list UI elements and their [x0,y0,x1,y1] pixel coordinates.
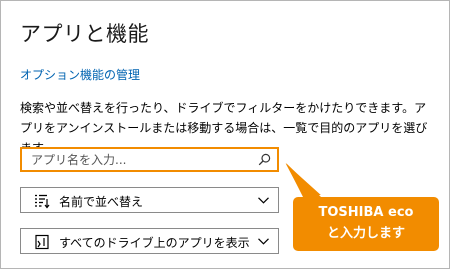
drive-filter-dropdown[interactable]: すべてのドライブ上のアプリを表示 [20,228,279,254]
sort-label: 名前で並べ替え [59,195,144,209]
app-search-box[interactable] [20,147,279,172]
chevron-down-icon [258,238,269,245]
drive-filter-label: すべてのドライブ上のアプリを表示 [59,236,250,250]
chevron-down-icon [258,197,269,204]
callout-line-1: TOSHIBA eco [318,205,414,220]
page-title: アプリと機能 [20,22,149,46]
callout-text: TOSHIBA eco と入力します [295,204,437,244]
search-icon[interactable] [258,153,271,166]
manage-optional-features-link[interactable]: オプション機能の管理 [20,66,140,83]
sort-dropdown[interactable]: 名前で並べ替え [20,187,279,213]
app-search-input[interactable] [22,149,261,170]
sort-list-icon [35,194,50,209]
callout-line-2: と入力します [326,226,405,241]
drive-filter-icon [35,234,49,250]
